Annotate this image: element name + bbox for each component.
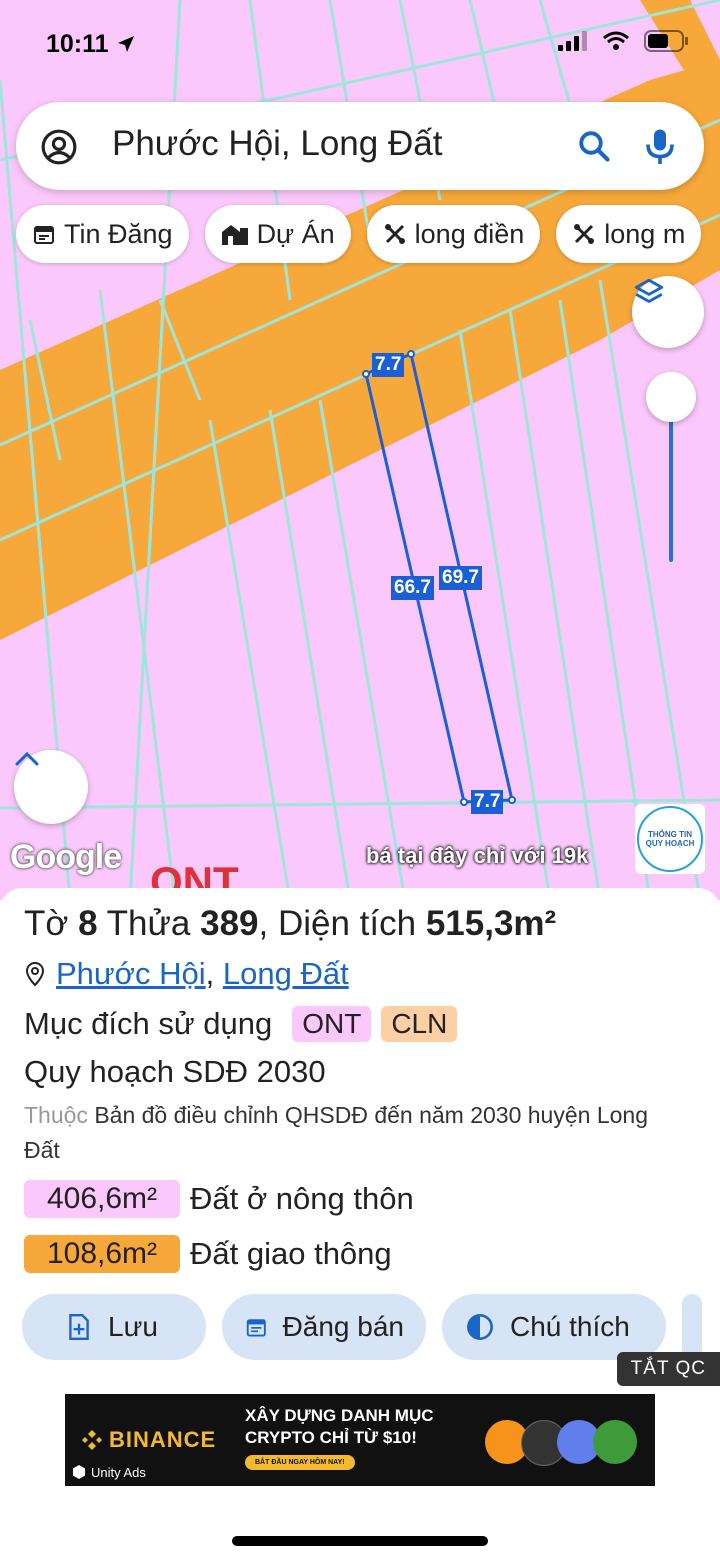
ad-headline: XÂY DỰNG DANH MỤC CRYPTO CHỈ TỪ $10! BẮT…	[245, 1405, 434, 1470]
measure-left-label: 66.7	[391, 576, 434, 600]
search-icon[interactable]	[576, 128, 612, 164]
measure-top-label: 7.7	[372, 353, 405, 377]
filter-chips: Tin Đăng Dự Án long điền long m	[16, 205, 702, 263]
close-ad-button[interactable]: TẮT QC	[616, 1352, 720, 1386]
land-use-purpose: Mục đích sử dụng ONT CLN	[24, 1006, 458, 1042]
search-bar[interactable]: Phước Hội, Long Đất	[16, 102, 704, 190]
wifi-icon	[603, 31, 629, 50]
district-link[interactable]: Long Đất	[223, 956, 349, 991]
microphone-icon[interactable]	[642, 126, 678, 166]
buildings-icon	[221, 225, 248, 245]
zoom-slider-handle[interactable]	[646, 372, 696, 422]
add-file-icon	[69, 1313, 89, 1341]
plan-source: Thuộc Bản đồ điều chỉnh QHSDĐ đến năm 20…	[24, 1102, 648, 1163]
crypto-coins	[485, 1416, 655, 1466]
signal-icon	[558, 31, 587, 51]
area-value: 108,6m²	[24, 1235, 180, 1273]
map-pin-icon	[25, 961, 45, 987]
binance-logo: BINANCE	[81, 1427, 216, 1453]
map-ad-caption[interactable]: bá tại đây chỉ với 19k	[366, 843, 588, 869]
layers-button[interactable]	[632, 276, 704, 348]
binance-icon	[82, 1430, 102, 1450]
chip-du-an[interactable]: Dự Án	[204, 205, 351, 263]
chip-label: long m	[604, 218, 686, 249]
chip-tin-dang[interactable]: Tin Đăng	[16, 205, 189, 263]
calendar-icon	[34, 226, 54, 244]
post-sale-button[interactable]: Đăng bán	[222, 1294, 426, 1360]
ad-cta: BẮT ĐẦU NGAY HÔM NAY!	[245, 1455, 355, 1470]
contrast-icon	[467, 1314, 493, 1340]
expand-sheet-button[interactable]	[14, 750, 88, 824]
calendar-icon	[246, 1319, 266, 1337]
chevron-up-icon	[15, 751, 39, 766]
google-logo: Google	[10, 838, 122, 876]
area-label: Đất ở nông thôn	[190, 1181, 414, 1216]
location-arrow-icon	[117, 36, 134, 52]
unity-ads-logo: Unity Ads	[71, 1464, 146, 1480]
layers-icon	[634, 278, 664, 303]
chip-label: Tin Đăng	[64, 218, 173, 249]
tool-icon	[384, 224, 405, 244]
chip-long-dien[interactable]: long điền	[366, 205, 541, 263]
ward-link[interactable]: Phước Hội	[56, 956, 206, 991]
area-row-traffic: 108,6m² Đất giao thông	[24, 1235, 392, 1273]
purpose-tag-cln[interactable]: CLN	[381, 1006, 458, 1042]
zoom-slider-track[interactable]	[669, 400, 673, 562]
measure-right-label: 69.7	[439, 566, 482, 590]
thong-tin-quy-hoach-logo[interactable]: THÔNG TIN QUY HOẠCH	[635, 804, 705, 874]
purpose-tag-ont[interactable]: ONT	[292, 1006, 372, 1042]
parcel-location: Phước Hội, Long Đất	[24, 956, 349, 992]
more-action-button[interactable]	[682, 1294, 702, 1360]
area-value: 406,6m²	[24, 1180, 180, 1218]
area-row-residential: 406,6m² Đất ở nông thôn	[24, 1180, 414, 1218]
chip-label: Dự Án	[256, 218, 335, 249]
chip-label: long điền	[414, 218, 525, 249]
unity-icon	[73, 1465, 85, 1479]
ad-banner[interactable]: BINANCE Unity Ads XÂY DỰNG DANH MỤC CRYP…	[65, 1394, 655, 1486]
measure-bottom-label: 7.7	[471, 790, 504, 814]
search-input[interactable]: Phước Hội, Long Đất	[112, 124, 442, 164]
logo-line-2: QUY HOẠCH	[645, 839, 695, 848]
save-button[interactable]: Lưu	[22, 1294, 206, 1360]
status-time: 10:11	[46, 30, 136, 59]
area-label: Đất giao thông	[190, 1236, 392, 1271]
action-buttons: Lưu Đăng bán Chú thích	[22, 1294, 702, 1360]
legend-button[interactable]: Chú thích	[442, 1294, 666, 1360]
account-icon[interactable]	[40, 128, 78, 166]
pepe-icon	[593, 1420, 637, 1464]
status-bar: 10:11	[0, 0, 720, 90]
tool-icon	[574, 224, 595, 244]
home-indicator	[232, 1536, 488, 1546]
logo-line-1: THÔNG TIN	[648, 830, 692, 839]
chip-long-m[interactable]: long m	[556, 205, 702, 263]
parcel-title: Tờ 8 Thửa 389, Diện tích 515,3m²	[24, 904, 557, 943]
plan-heading: Quy hoạch SDĐ 2030	[24, 1054, 326, 1089]
battery-icon	[644, 30, 688, 52]
